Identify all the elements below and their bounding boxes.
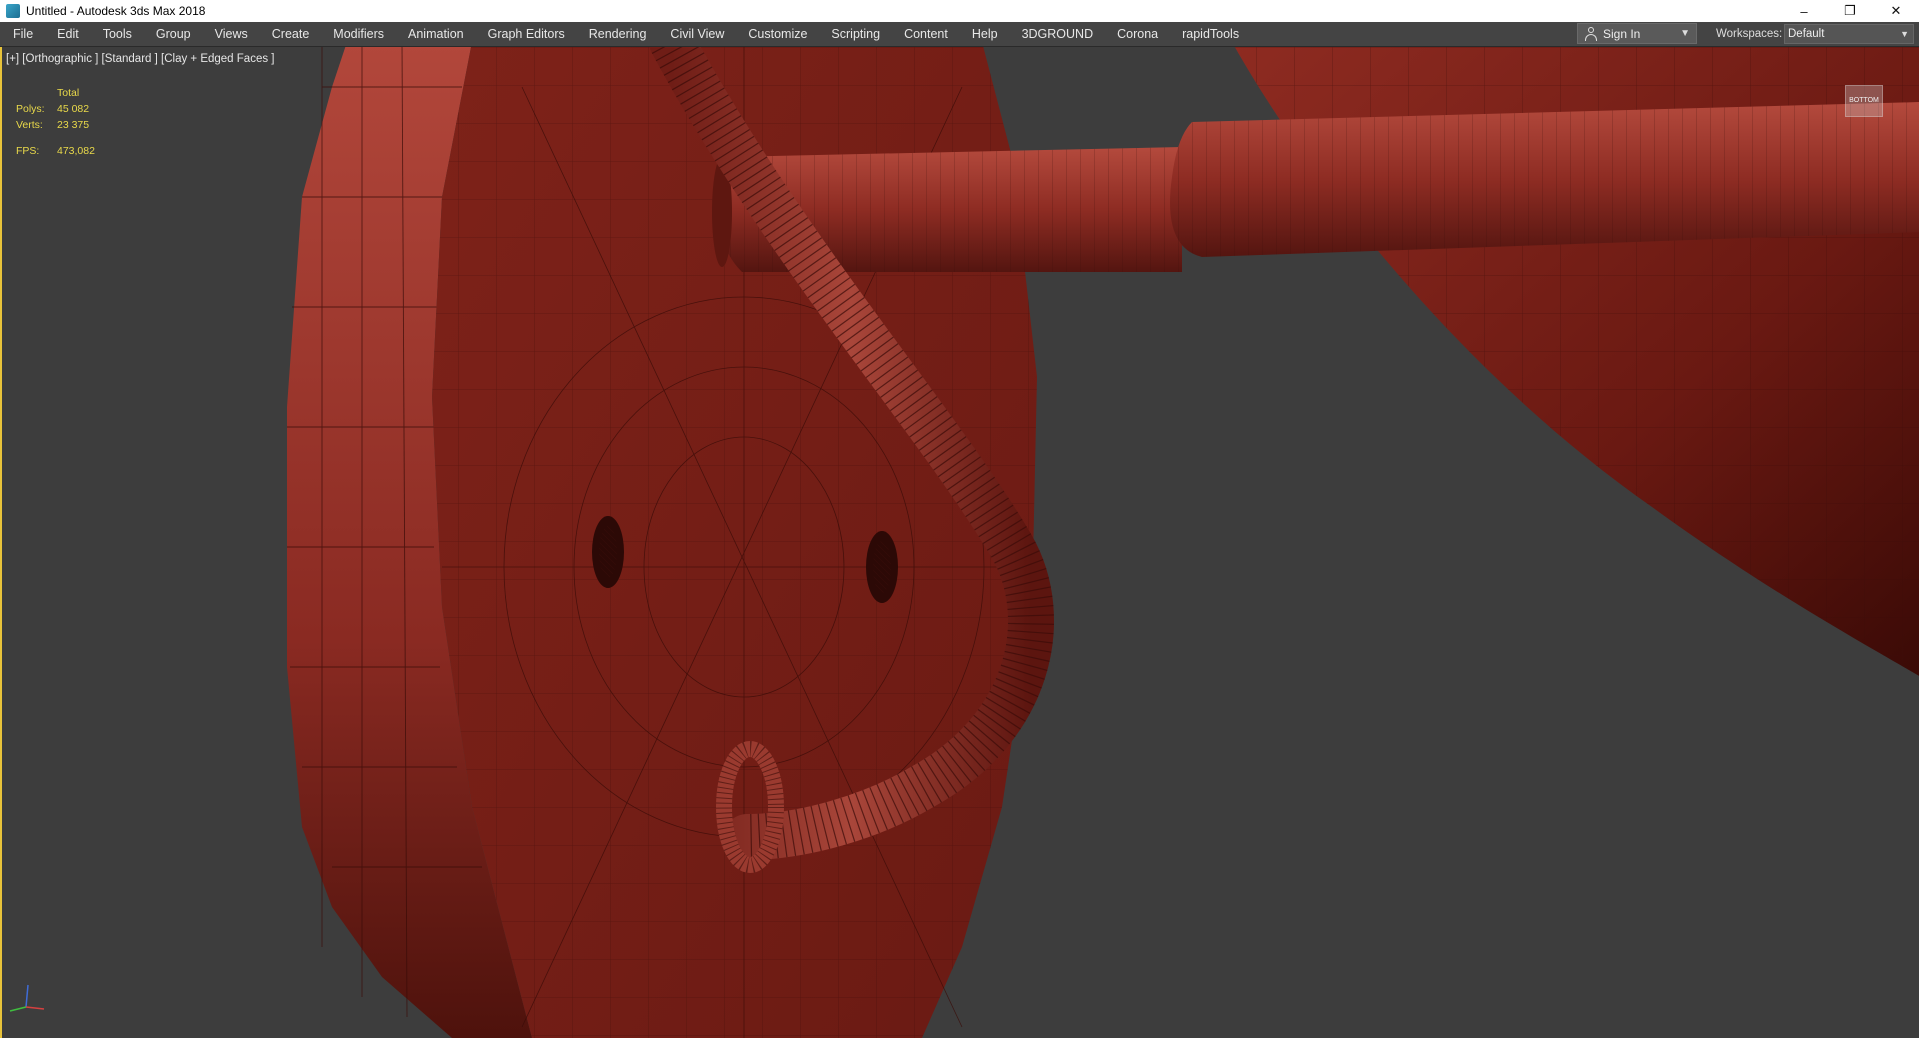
user-icon xyxy=(1584,26,1598,41)
stats-row-fps: FPS: 473,082 xyxy=(16,143,95,159)
stats-row-verts: Verts: 23 375 xyxy=(16,117,95,133)
axis-tripod-icon xyxy=(9,984,45,1012)
menu-graph-editors[interactable]: Graph Editors xyxy=(476,22,577,46)
stats-value: 45 082 xyxy=(57,103,90,115)
workspaces-dropdown[interactable]: Default ▼ xyxy=(1784,24,1914,44)
sign-in-label: Sign In xyxy=(1603,26,1641,41)
workspaces-label: Workspaces: xyxy=(1716,28,1783,40)
menu-group[interactable]: Group xyxy=(144,22,203,46)
stats-key: Verts: xyxy=(16,119,43,131)
menu-content[interactable]: Content xyxy=(892,22,960,46)
menu-civil-view[interactable]: Civil View xyxy=(658,22,736,46)
minimize-button[interactable]: – xyxy=(1781,0,1827,22)
menu-rapidtools[interactable]: rapidTools xyxy=(1170,22,1251,46)
menu-animation[interactable]: Animation xyxy=(396,22,476,46)
menu-tools[interactable]: Tools xyxy=(91,22,144,46)
scene-render xyxy=(287,47,1919,1038)
menu-help[interactable]: Help xyxy=(960,22,1010,46)
menu-edit[interactable]: Edit xyxy=(45,22,91,46)
perspective-viewport[interactable]: [+] [Orthographic ] [Standard ] [Clay + … xyxy=(0,47,1919,1038)
menu-modifiers[interactable]: Modifiers xyxy=(321,22,396,46)
stats-value: 23 375 xyxy=(57,119,90,131)
workspaces-value: Default xyxy=(1788,28,1825,40)
statistics-overlay: Total Polys: 45 082 Verts: 23 375 FPS: 4… xyxy=(16,85,95,159)
close-button[interactable]: ✕ xyxy=(1873,0,1919,22)
window-controls: – ❐ ✕ xyxy=(1781,0,1919,22)
chevron-down-icon: ▼ xyxy=(1680,28,1690,39)
menu-bar: File Edit Tools Group Views Create Modif… xyxy=(0,22,1919,47)
menu-scripting[interactable]: Scripting xyxy=(819,22,892,46)
window-title: Untitled - Autodesk 3ds Max 2018 xyxy=(26,4,206,18)
stats-value: 473,082 xyxy=(57,145,95,157)
stats-key: FPS: xyxy=(16,145,40,157)
menu-customize[interactable]: Customize xyxy=(736,22,819,46)
menu-3dground[interactable]: 3DGROUND xyxy=(1010,22,1106,46)
menu-corona[interactable]: Corona xyxy=(1105,22,1170,46)
stats-header: Total xyxy=(57,87,80,99)
viewport-label[interactable]: [+] [Orthographic ] [Standard ] [Clay + … xyxy=(6,53,274,65)
viewcube-label: BOTTOM xyxy=(1849,97,1879,104)
chevron-down-icon: ▼ xyxy=(1900,29,1909,39)
stats-row-polys: Polys: 45 082 xyxy=(16,101,95,117)
stats-key: Polys: xyxy=(16,103,45,115)
menu-rendering[interactable]: Rendering xyxy=(577,22,659,46)
3ds-max-app-icon xyxy=(6,4,20,18)
menu-create[interactable]: Create xyxy=(260,22,322,46)
title-bar: Untitled - Autodesk 3ds Max 2018 – ❐ ✕ xyxy=(0,0,1919,22)
menu-file[interactable]: File xyxy=(0,22,45,46)
sign-in-button[interactable]: Sign In ▼ xyxy=(1577,23,1697,44)
menu-views[interactable]: Views xyxy=(203,22,260,46)
stats-header-row: Total xyxy=(16,85,95,101)
viewcube[interactable]: BOTTOM xyxy=(1845,85,1883,117)
restore-button[interactable]: ❐ xyxy=(1827,0,1873,22)
